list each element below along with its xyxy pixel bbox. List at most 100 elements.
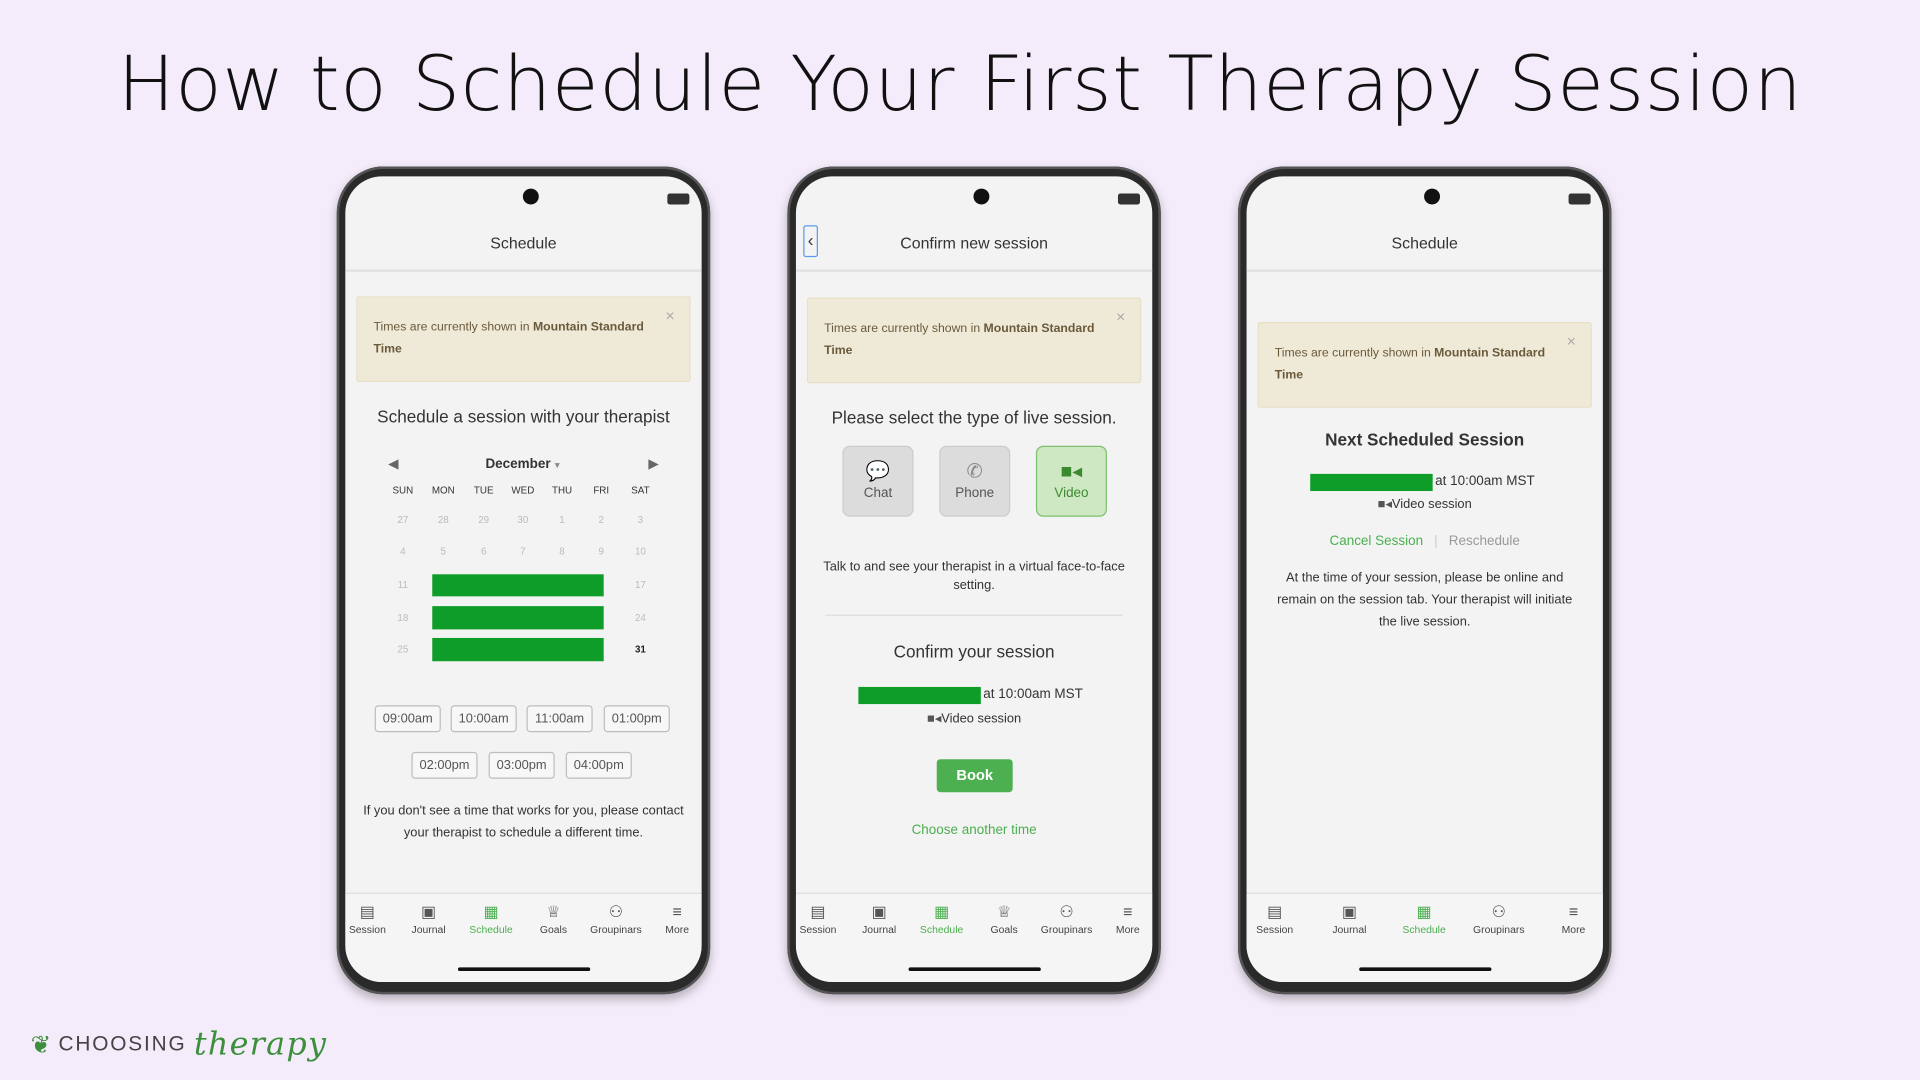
nav-label: More xyxy=(665,923,690,936)
phone-screen: ‹ Confirm new session Times are currentl… xyxy=(795,176,1153,983)
time-slot-button[interactable]: 11:00am xyxy=(526,705,593,733)
redacted-dates xyxy=(432,637,604,662)
calendar-day[interactable]: 5 xyxy=(425,546,462,557)
nav-label: Session xyxy=(1256,923,1294,936)
calendar-day[interactable]: 18 xyxy=(384,612,421,623)
close-icon[interactable]: × xyxy=(665,305,674,327)
nav-item-journal[interactable]: ▣ Journal xyxy=(849,901,910,935)
menu-icon: ≡ xyxy=(672,902,682,921)
reschedule-link[interactable]: Reschedule xyxy=(1449,534,1520,549)
nav-item-more[interactable]: ≡ More xyxy=(647,901,702,935)
weekday-label: TUE xyxy=(473,484,494,496)
nav-item-schedule[interactable]: ▦ Schedule xyxy=(460,901,521,935)
session-type-phone[interactable]: ✆ Phone xyxy=(939,445,1011,517)
time-slot-button[interactable]: 02:00pm xyxy=(411,751,478,779)
phone-confirm: ‹ Confirm new session Times are currentl… xyxy=(787,166,1161,995)
nav-item-journal[interactable]: ▣ Journal xyxy=(398,901,459,935)
close-icon[interactable]: × xyxy=(1116,306,1125,328)
nav-label: Goals xyxy=(539,923,568,936)
session-info: At the time of your session, please be o… xyxy=(1277,570,1573,630)
weekday-label: MON xyxy=(431,484,455,496)
nav-item-more[interactable]: ≡ More xyxy=(1097,901,1152,935)
phone-scheduled: Schedule Times are currently shown in Mo… xyxy=(1237,166,1612,995)
calendar-day[interactable]: 6 xyxy=(465,546,502,557)
battery-icon xyxy=(1117,193,1141,205)
calendar-day[interactable]: 25 xyxy=(384,644,421,655)
redacted-date xyxy=(858,686,981,705)
camera xyxy=(973,188,990,205)
calendar-day[interactable]: 24 xyxy=(622,612,659,623)
calendar-day[interactable]: 27 xyxy=(384,514,421,525)
nav-item-session[interactable]: ▤ Session xyxy=(345,901,398,935)
menu-icon: ≡ xyxy=(1123,902,1133,921)
timezone-notice: Times are currently shown in Mountain St… xyxy=(1257,322,1592,408)
group-icon: ⚇ xyxy=(1059,902,1074,921)
calendar-day[interactable]: 1 xyxy=(544,514,581,525)
session-icon: ▤ xyxy=(1267,902,1283,921)
weekday-label: SAT xyxy=(631,484,650,496)
time-slot-button[interactable]: 10:00am xyxy=(450,705,517,733)
next-month-icon[interactable]: ▶ xyxy=(648,456,658,472)
month-label: December xyxy=(485,456,551,472)
phone-icon: ✆ xyxy=(966,461,983,483)
time-slot-button[interactable]: 01:00pm xyxy=(603,705,670,733)
calendar-day[interactable]: 31 xyxy=(622,644,659,655)
time-slot-button[interactable]: 09:00am xyxy=(374,705,441,733)
nav-label: Journal xyxy=(411,923,446,936)
nav-item-schedule[interactable]: ▦ Schedule xyxy=(911,901,972,935)
calendar-day[interactable]: 9 xyxy=(583,546,620,557)
book-button[interactable]: Book xyxy=(936,759,1013,793)
session-type: ■◂Video session xyxy=(1247,493,1603,515)
nav-label: Journal xyxy=(1332,923,1367,936)
cancel-session-link[interactable]: Cancel Session xyxy=(1329,534,1423,549)
nav-item-groupinars[interactable]: ⚇ Groupinars xyxy=(1468,901,1529,935)
calendar-day[interactable]: 2 xyxy=(583,514,620,525)
notice-text: Times are currently shown in xyxy=(373,320,533,335)
nav-item-groupinars[interactable]: ⚇ Groupinars xyxy=(1036,901,1097,935)
time-slot-button[interactable]: 03:00pm xyxy=(488,751,555,779)
nav-item-more[interactable]: ≡ More xyxy=(1543,901,1603,935)
session-type-video[interactable]: ■◂ Video xyxy=(1035,445,1107,517)
phone-schedule: Schedule Times are currently shown in Mo… xyxy=(336,166,711,995)
divider xyxy=(825,614,1123,616)
nav-label: Schedule xyxy=(469,923,513,936)
calendar-day[interactable]: 30 xyxy=(504,514,541,525)
calendar-day[interactable]: 7 xyxy=(504,546,541,557)
weekday-label: FRI xyxy=(593,484,610,496)
nav-item-session[interactable]: ▤ Session xyxy=(1247,901,1306,935)
notice-text: Times are currently shown in xyxy=(824,322,984,336)
logo-script: therapy xyxy=(193,1026,328,1063)
session-type-label: Video session xyxy=(941,711,1022,727)
nav-item-session[interactable]: ▤ Session xyxy=(796,901,849,935)
time-slot-button[interactable]: 04:00pm xyxy=(565,751,632,779)
battery-icon xyxy=(1568,193,1591,205)
session-actions: Cancel Session | Reschedule xyxy=(1247,530,1603,552)
session-type-chat[interactable]: 💬 Chat xyxy=(842,445,914,517)
back-icon[interactable]: ‹ xyxy=(803,225,818,258)
session-type: ■◂Video session xyxy=(796,708,1152,730)
nav-item-journal[interactable]: ▣ Journal xyxy=(1319,901,1380,935)
calendar-day[interactable]: 4 xyxy=(384,546,421,557)
nav-item-goals[interactable]: ♕ Goals xyxy=(523,901,584,935)
chevron-down-icon: ▼ xyxy=(550,461,562,471)
contact-note: If you don't see a time that works for y… xyxy=(363,803,684,841)
calendar-day[interactable]: 3 xyxy=(622,514,659,525)
weekday-label: THU xyxy=(551,484,573,496)
calendar-day[interactable]: 17 xyxy=(622,579,659,590)
nav-item-goals[interactable]: ♕ Goals xyxy=(973,901,1034,935)
timezone-notice: Times are currently shown in Mountain St… xyxy=(356,296,691,383)
leaf-icon: ❦ xyxy=(30,1031,52,1059)
calendar-icon: ▦ xyxy=(483,902,499,921)
choose-another-time-link[interactable]: Choose another time xyxy=(796,823,1152,838)
calendar-day[interactable]: 11 xyxy=(384,579,421,590)
calendar-day[interactable]: 10 xyxy=(622,546,659,557)
calendar-day[interactable]: 28 xyxy=(425,514,462,525)
nav-item-groupinars[interactable]: ⚇ Groupinars xyxy=(585,901,646,935)
phone-screen: Schedule Times are currently shown in Mo… xyxy=(345,176,702,983)
calendar-day[interactable]: 8 xyxy=(544,546,581,557)
nav-item-schedule[interactable]: ▦ Schedule xyxy=(1393,901,1454,935)
calendar-day[interactable]: 29 xyxy=(465,514,502,525)
close-icon[interactable]: × xyxy=(1567,331,1576,353)
group-icon: ⚇ xyxy=(608,902,624,921)
group-icon: ⚇ xyxy=(1491,902,1506,921)
